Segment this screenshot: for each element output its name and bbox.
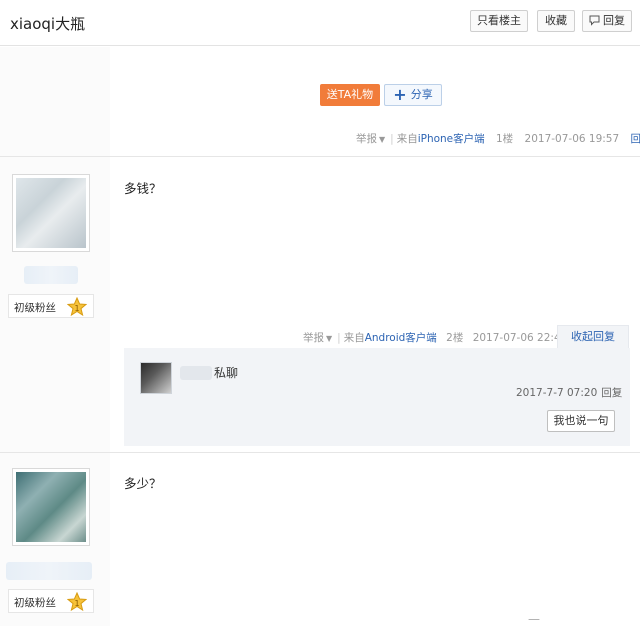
source-client-link[interactable]: iPhone客户端 [418,133,485,145]
level-star-icon: 1 [67,592,87,612]
sub-reply-reply-link[interactable]: 回复 [601,387,622,399]
fan-level-badge: 初级粉丝 1 [8,294,94,318]
only-op-button[interactable]: 只看楼主 [470,10,528,32]
floor-reply-link[interactable]: 回复 [631,133,640,145]
post-time: 2017-07-06 19:57 [524,133,620,145]
report-link[interactable]: 举报 [303,332,324,344]
floor2-meta: 举报 ▼ | 来自Android客户端 2楼 2017-07-06 22:48 [303,332,568,344]
avatar[interactable] [12,468,90,546]
avatar[interactable] [12,174,90,252]
avatar-image [16,178,86,248]
fan-level-badge: 初级粉丝 1 [8,589,94,613]
author-column-floor1 [0,47,110,157]
username-blurred[interactable] [24,266,78,284]
floor1-meta: 举报▼|来自iPhone客户端 1楼 2017-07-06 19:57 回复 [356,131,640,146]
share-button[interactable]: + 分享 [384,84,442,106]
floor-number: 2楼 [446,332,464,344]
thread-title: xiaoqi大瓶 [10,15,86,33]
sub-reply-avatar[interactable] [140,362,172,394]
sub-reply-meta: 2017-7-7 07:20 回复 [516,385,622,400]
thread-header: xiaoqi大瓶 只看楼主 收藏 回复 [0,0,640,46]
send-gift-button[interactable]: 送TA礼物 [320,84,380,106]
source-prefix: 来自 [396,133,418,145]
favorite-button[interactable]: 收藏 [537,10,575,32]
say-something-button[interactable]: 我也说一句 [547,410,615,432]
sub-reply-time: 2017-7-7 07:20 [516,387,598,399]
caret-down-icon: ▼ [379,135,386,144]
sub-reply-panel: 私聊 2017-7-7 07:20 回复 我也说一句 [124,348,630,446]
source-client-link[interactable]: Android客户端 [365,332,437,344]
level-star-icon: 1 [67,297,87,317]
avatar-image [16,472,86,542]
post-time: 2017-07-06 22:48 [472,332,568,344]
post-content: 多钱？ [124,181,162,196]
source-prefix: 来自 [343,332,365,344]
caret-down-icon: ▼ [326,334,333,343]
sub-reply-text: 私聊 [214,366,239,380]
comment-icon [589,15,600,26]
reply-button-label: 回复 [603,14,625,27]
badge-label: 初级粉丝 [14,597,56,609]
sub-reply-username-blurred[interactable] [180,366,212,380]
share-label: 分享 [410,88,433,101]
svg-text:1: 1 [74,304,79,313]
post-content: 多少？ [124,476,162,491]
username-blurred[interactable] [6,562,92,580]
svg-text:1: 1 [74,599,79,608]
collapse-replies-button[interactable]: 收起回复 [557,325,629,349]
floor-number: 1楼 [496,133,514,145]
report-link[interactable]: 举报 [356,133,377,145]
reply-button[interactable]: 回复 [582,10,632,32]
watermark: — [528,612,542,626]
plus-icon: + [393,85,407,104]
badge-label: 初级粉丝 [14,302,56,314]
